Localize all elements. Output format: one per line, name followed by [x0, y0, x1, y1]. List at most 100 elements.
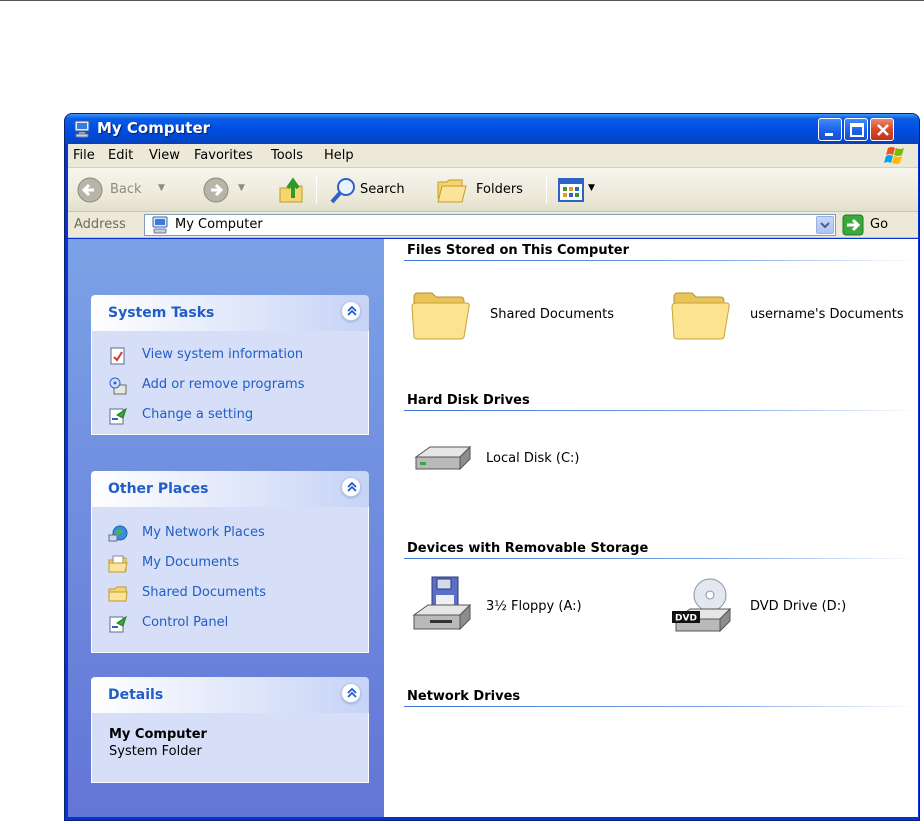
maximize-icon	[850, 123, 864, 137]
system-tasks-header[interactable]: System Tasks	[91, 295, 369, 331]
back-arrow-icon	[77, 177, 103, 203]
go-label: Go	[870, 217, 889, 232]
search-button[interactable]: Search	[326, 168, 422, 212]
window-title: My Computer	[97, 119, 211, 137]
folder-icon	[108, 586, 128, 602]
group-header-removable-storage: Devices with Removable Storage	[407, 541, 649, 556]
double-chevron-up-icon	[347, 481, 357, 492]
address-dropdown-button[interactable]	[816, 216, 834, 234]
floppy-drive-icon	[412, 576, 472, 631]
collapse-button[interactable]	[341, 477, 361, 497]
group-header-files: Files Stored on This Computer	[407, 243, 630, 258]
item-local-disk-c[interactable]: Local Disk (C:)	[410, 427, 650, 491]
place-label: Shared Documents	[142, 585, 267, 600]
collapse-button[interactable]	[341, 683, 361, 703]
go-arrow-icon	[842, 214, 864, 236]
views-dropdown-icon[interactable]: ▼	[588, 183, 595, 193]
title-bar[interactable]: My Computer	[65, 114, 919, 144]
go-button[interactable]: Go	[840, 214, 910, 236]
group-header-network-drives: Network Drives	[407, 689, 521, 704]
minimize-button[interactable]	[818, 118, 842, 141]
back-button[interactable]: Back ▼	[74, 168, 174, 212]
details-item-name: My Computer	[109, 727, 207, 742]
back-label: Back	[110, 182, 142, 197]
group-divider	[404, 410, 918, 411]
system-tasks-body: View system information Add or remove pr…	[91, 331, 369, 435]
network-places-icon	[108, 525, 128, 542]
menu-bar: File Edit View Favorites Tools Help	[68, 144, 918, 168]
other-places-title: Other Places	[108, 481, 209, 497]
menu-help[interactable]: Help	[324, 148, 354, 163]
menu-file[interactable]: File	[73, 148, 95, 163]
folder-icon	[671, 292, 730, 340]
place-label: Control Panel	[142, 615, 229, 630]
back-dropdown-icon[interactable]: ▼	[158, 183, 165, 193]
search-label: Search	[360, 182, 405, 197]
views-button[interactable]: ▼	[556, 168, 604, 212]
hard-disk-icon	[414, 445, 472, 471]
system-info-icon	[110, 347, 125, 365]
menu-view[interactable]: View	[149, 148, 180, 163]
toolbar-separator	[546, 176, 547, 204]
minimize-icon	[825, 133, 833, 136]
views-icon	[558, 178, 584, 202]
system-tasks-title: System Tasks	[108, 305, 215, 321]
menu-favorites[interactable]: Favorites	[194, 148, 253, 163]
item-dvd-drive-d[interactable]: DVD DVD Drive (D:)	[670, 575, 919, 639]
place-label: My Network Places	[142, 525, 265, 540]
other-places-body: My Network Places My Documents Shared Do…	[91, 507, 369, 653]
group-header-hard-disk-drives: Hard Disk Drives	[407, 393, 530, 408]
chevron-down-icon	[820, 222, 830, 229]
maximize-button[interactable]	[844, 118, 868, 141]
double-chevron-up-icon	[347, 687, 357, 698]
details-header[interactable]: Details	[91, 677, 369, 713]
my-computer-icon	[74, 120, 90, 138]
task-pane: System Tasks View system information Add…	[68, 239, 384, 819]
dvd-drive-icon: DVD	[672, 578, 732, 633]
task-label: Change a setting	[142, 407, 254, 422]
address-input[interactable]: My Computer	[144, 214, 836, 236]
forward-button[interactable]: ▼	[198, 168, 258, 212]
group-divider	[404, 260, 918, 261]
details-body: My Computer System Folder	[91, 713, 369, 783]
toolbar-separator	[316, 176, 317, 204]
address-value: My Computer	[175, 217, 263, 232]
details-title: Details	[108, 687, 164, 703]
item-floppy-a[interactable]: 3½ Floppy (A:)	[410, 575, 650, 639]
close-icon	[877, 124, 889, 136]
item-label: DVD Drive (D:)	[750, 599, 847, 614]
folders-label: Folders	[476, 182, 523, 197]
group-divider	[404, 558, 918, 559]
control-panel-icon	[109, 615, 127, 633]
other-places-header[interactable]: Other Places	[91, 471, 369, 507]
address-label: Address	[74, 217, 126, 232]
menu-tools[interactable]: Tools	[271, 148, 303, 163]
group-divider	[404, 706, 918, 707]
item-label: username's Documents	[750, 307, 904, 322]
up-folder-icon	[279, 177, 303, 203]
task-label: View system information	[142, 347, 304, 362]
folder-icon	[411, 292, 470, 340]
window-bottom-border	[65, 817, 919, 820]
forward-dropdown-icon[interactable]: ▼	[238, 183, 245, 193]
details-item-type: System Folder	[109, 744, 202, 759]
item-label: Shared Documents	[490, 307, 615, 322]
item-label: Local Disk (C:)	[486, 451, 580, 466]
up-button[interactable]	[274, 168, 308, 212]
my-computer-icon	[152, 216, 168, 234]
double-chevron-up-icon	[347, 305, 357, 316]
collapse-button[interactable]	[341, 301, 361, 321]
folders-button[interactable]: Folders	[432, 168, 538, 212]
item-shared-documents[interactable]: Shared Documents	[410, 283, 650, 347]
item-users-documents[interactable]: username's Documents	[670, 283, 919, 347]
search-icon	[330, 178, 355, 204]
menu-edit[interactable]: Edit	[108, 148, 133, 163]
my-documents-icon	[108, 555, 128, 573]
add-remove-programs-icon	[109, 377, 127, 395]
control-panel-icon	[109, 407, 127, 425]
close-button[interactable]	[870, 118, 894, 141]
item-label: 3½ Floppy (A:)	[486, 599, 582, 614]
top-rule	[0, 0, 924, 1]
content-pane: Files Stored on This Computer Shared Doc…	[384, 239, 918, 819]
svg-text:DVD: DVD	[675, 614, 697, 624]
